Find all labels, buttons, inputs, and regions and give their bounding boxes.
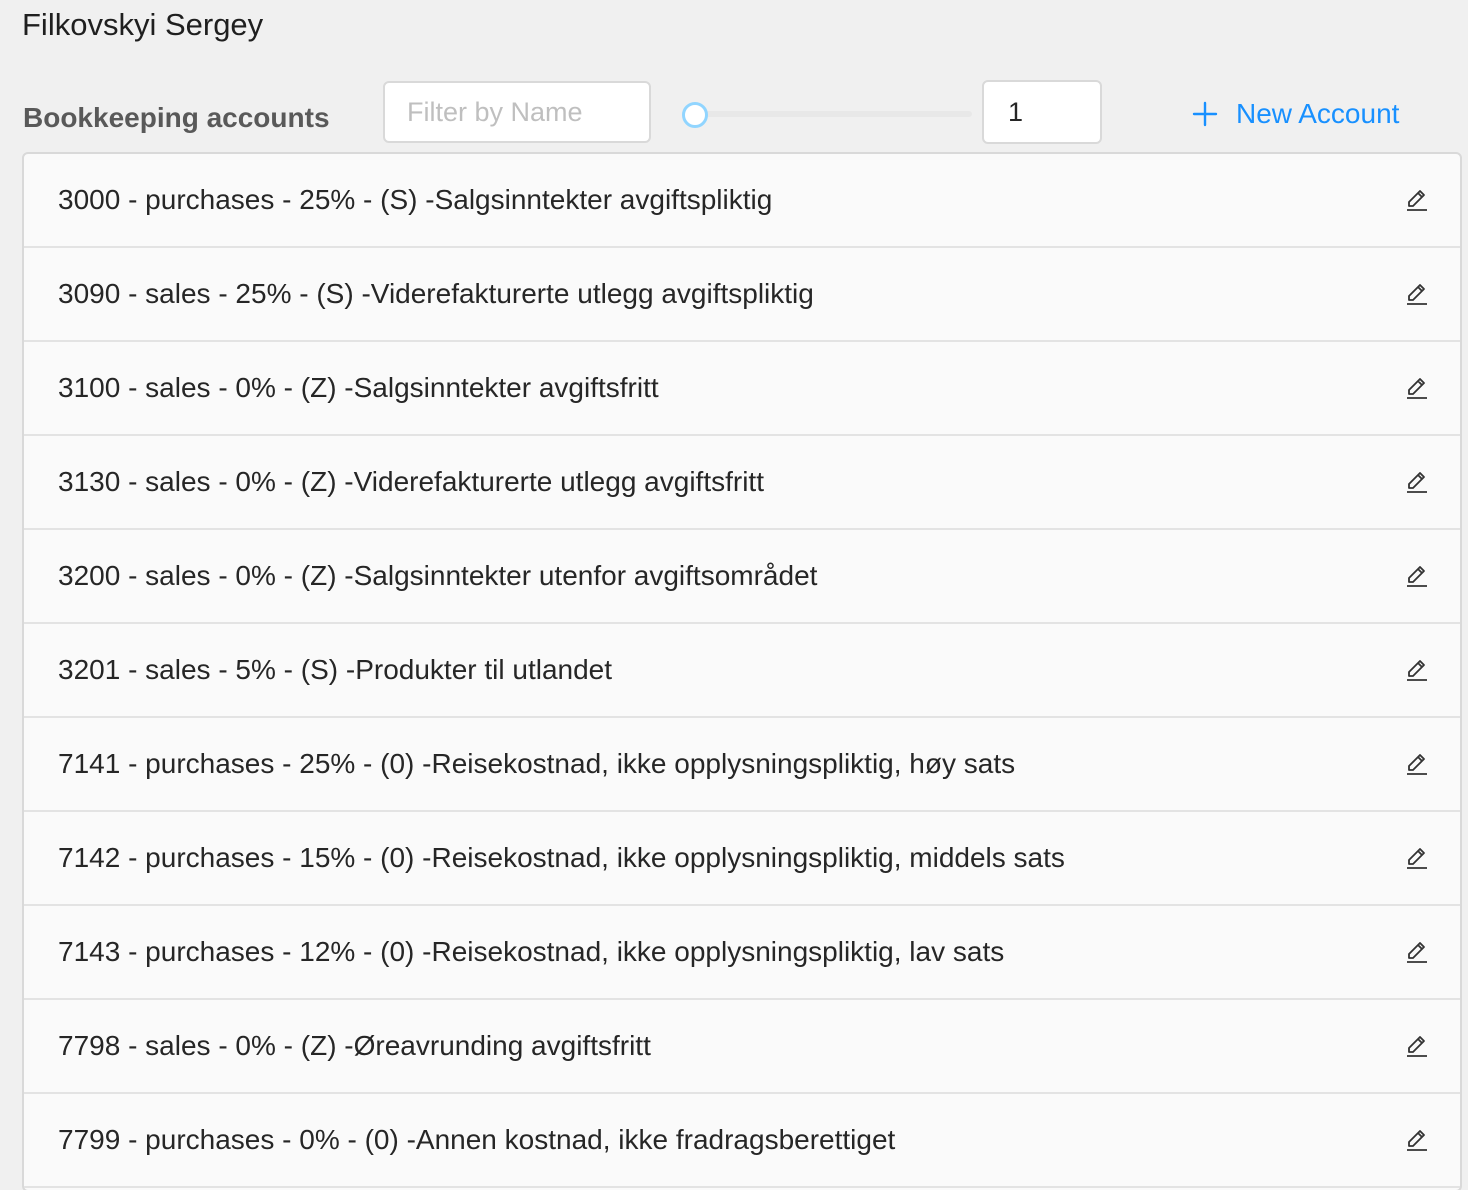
account-label: 3090 - sales - 25% - (S) -Viderefakturer… <box>58 278 814 309</box>
edit-icon[interactable] <box>1404 1127 1430 1153</box>
edit-icon[interactable] <box>1404 469 1430 495</box>
accounts-list: 3000 - purchases - 25% - (S) -Salgsinnte… <box>22 152 1462 1190</box>
edit-icon[interactable] <box>1404 281 1430 307</box>
edit-icon[interactable] <box>1404 375 1430 401</box>
account-row[interactable]: 3000 - purchases - 25% - (S) -Salgsinnte… <box>24 154 1460 248</box>
account-label: 7141 - purchases - 25% - (0) -Reisekostn… <box>58 748 1016 779</box>
slider-handle[interactable] <box>682 102 708 128</box>
toolbar: Bookkeeping accounts New Account <box>0 78 1468 148</box>
account-row[interactable]: 7798 - sales - 0% - (Z) -Øreavrunding av… <box>24 1000 1460 1094</box>
edit-icon[interactable] <box>1404 187 1430 213</box>
account-row[interactable]: 3130 - sales - 0% - (Z) -Viderefakturert… <box>24 436 1460 530</box>
account-row[interactable]: 7141 - purchases - 25% - (0) -Reisekostn… <box>24 718 1460 812</box>
account-row[interactable]: 7143 - purchases - 12% - (0) -Reisekostn… <box>24 906 1460 1000</box>
account-row[interactable]: 7799 - purchases - 0% - (0) -Annen kostn… <box>24 1094 1460 1188</box>
edit-icon[interactable] <box>1404 657 1430 683</box>
section-title: Bookkeeping accounts <box>23 102 330 133</box>
account-row[interactable]: 7142 - purchases - 15% - (0) -Reisekostn… <box>24 812 1460 906</box>
slider-rail[interactable] <box>682 111 972 117</box>
account-row[interactable]: 3200 - sales - 0% - (Z) -Salgsinntekter … <box>24 530 1460 624</box>
account-label: 7143 - purchases - 12% - (0) -Reisekostn… <box>58 936 1005 967</box>
page-size-slider[interactable] <box>682 102 972 128</box>
account-label: 3201 - sales - 5% - (S) -Produkter til u… <box>58 654 613 685</box>
account-label: 3100 - sales - 0% - (Z) -Salgsinntekter … <box>58 372 659 403</box>
plus-icon <box>1192 101 1218 127</box>
edit-icon[interactable] <box>1404 1033 1430 1059</box>
account-label: 7798 - sales - 0% - (Z) -Øreavrunding av… <box>58 1030 651 1061</box>
account-label: 3130 - sales - 0% - (Z) -Viderefakturert… <box>58 466 764 497</box>
page: Filkovskyi Sergey Bookkeeping accounts N… <box>0 0 1468 1190</box>
edit-icon[interactable] <box>1404 751 1430 777</box>
edit-icon[interactable] <box>1404 939 1430 965</box>
filter-by-name-input[interactable] <box>383 81 651 143</box>
edit-icon[interactable] <box>1404 845 1430 871</box>
account-row[interactable]: 3201 - sales - 5% - (S) -Produkter til u… <box>24 624 1460 718</box>
account-label: 7799 - purchases - 0% - (0) -Annen kostn… <box>58 1124 896 1155</box>
account-label: 7142 - purchases - 15% - (0) -Reisekostn… <box>58 842 1065 873</box>
account-label: 3200 - sales - 0% - (Z) -Salgsinntekter … <box>58 560 818 591</box>
account-row[interactable]: 3090 - sales - 25% - (S) -Viderefakturer… <box>24 248 1460 342</box>
edit-icon[interactable] <box>1404 563 1430 589</box>
account-label: 3000 - purchases - 25% - (S) -Salgsinnte… <box>58 184 773 215</box>
new-account-label: New Account <box>1236 98 1400 129</box>
account-row[interactable]: 3100 - sales - 0% - (Z) -Salgsinntekter … <box>24 342 1460 436</box>
new-account-button[interactable]: New Account <box>1192 96 1399 132</box>
user-name: Filkovskyi Sergey <box>22 7 264 42</box>
slider-value-input[interactable] <box>982 80 1102 144</box>
